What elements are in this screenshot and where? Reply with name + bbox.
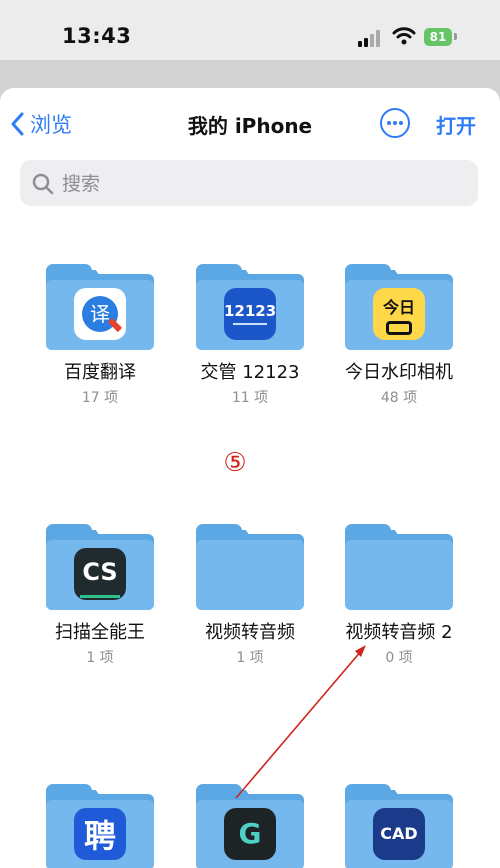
folder-item[interactable]: 视频转音频 1 项 (175, 524, 325, 667)
folder-item-count: 11 项 (231, 390, 269, 406)
folder-item[interactable]: G (175, 784, 325, 868)
folder-item[interactable]: 视频转音频 2 0 项 (324, 524, 474, 667)
folder-icon: 12123 (196, 264, 304, 350)
folder-item-count: 48 项 (380, 390, 418, 406)
folder-icon: CAD (345, 784, 453, 868)
folder-item[interactable]: 12123 交管 12123 11 项 (175, 264, 325, 407)
cellular-signal-icon (358, 29, 384, 47)
folder-item-count: 1 项 (236, 650, 264, 666)
folder-name: 视频转音频 (205, 622, 295, 643)
more-options-button[interactable] (380, 108, 410, 138)
baidu-translate-icon: 译 (74, 288, 126, 340)
camscanner-icon: CS (74, 548, 126, 600)
watermark-camera-icon: 今日 (373, 288, 425, 340)
folder-icon: 译 (46, 264, 154, 350)
open-button[interactable]: 打开 (436, 110, 476, 139)
folder-item[interactable]: 今日今日水印相机 48 项 (324, 264, 474, 407)
folder-icon (196, 524, 304, 610)
recruit-app-icon: 聘 (74, 808, 126, 860)
chevron-left-icon (11, 112, 24, 136)
folder-name: 交管 12123 (200, 362, 300, 383)
annotation-marker: ⑤ (223, 448, 247, 478)
folder-item[interactable]: 聘 (25, 784, 175, 868)
folder-item[interactable]: CS 扫描全能王 1 项 (25, 524, 175, 667)
files-sheet: 浏览 我的 iPhone 打开 译百度翻译 17 项 12123 交管 12123 11… (0, 88, 500, 868)
folder-name: 百度翻译 (64, 362, 136, 383)
g-app-icon: G (224, 808, 276, 860)
wifi-icon (392, 27, 416, 45)
folder-icon: G (196, 784, 304, 868)
search-bar[interactable] (20, 160, 478, 208)
folder-item-count: 0 项 (385, 650, 413, 666)
navigation-bar: 浏览 我的 iPhone 打开 (0, 88, 500, 160)
status-time: 13:43 (62, 24, 132, 48)
folder-item-count: 17 项 (81, 390, 119, 406)
folder-name: 扫描全能王 (55, 622, 145, 643)
battery-tip (454, 33, 457, 40)
folder-icon: 聘 (46, 784, 154, 868)
back-button[interactable]: 浏览 (10, 106, 72, 142)
folder-item-count: 1 项 (86, 650, 114, 666)
search-input[interactable] (60, 160, 464, 208)
folder-name: 今日水印相机 (345, 362, 453, 383)
folder-icon: CS (46, 524, 154, 610)
cad-app-icon: CAD (373, 808, 425, 860)
back-label: 浏览 (30, 113, 72, 137)
folder-icon (345, 524, 453, 610)
folder-item[interactable]: 译百度翻译 17 项 (25, 264, 175, 407)
traffic-12123-icon: 12123 (224, 288, 276, 340)
folder-name: 视频转音频 2 (345, 622, 453, 643)
search-icon (32, 173, 54, 195)
folder-item[interactable]: CAD (324, 784, 474, 868)
battery-icon: 81 (424, 28, 452, 46)
page-title: 我的 iPhone (187, 114, 313, 138)
folder-icon: 今日 (345, 264, 453, 350)
